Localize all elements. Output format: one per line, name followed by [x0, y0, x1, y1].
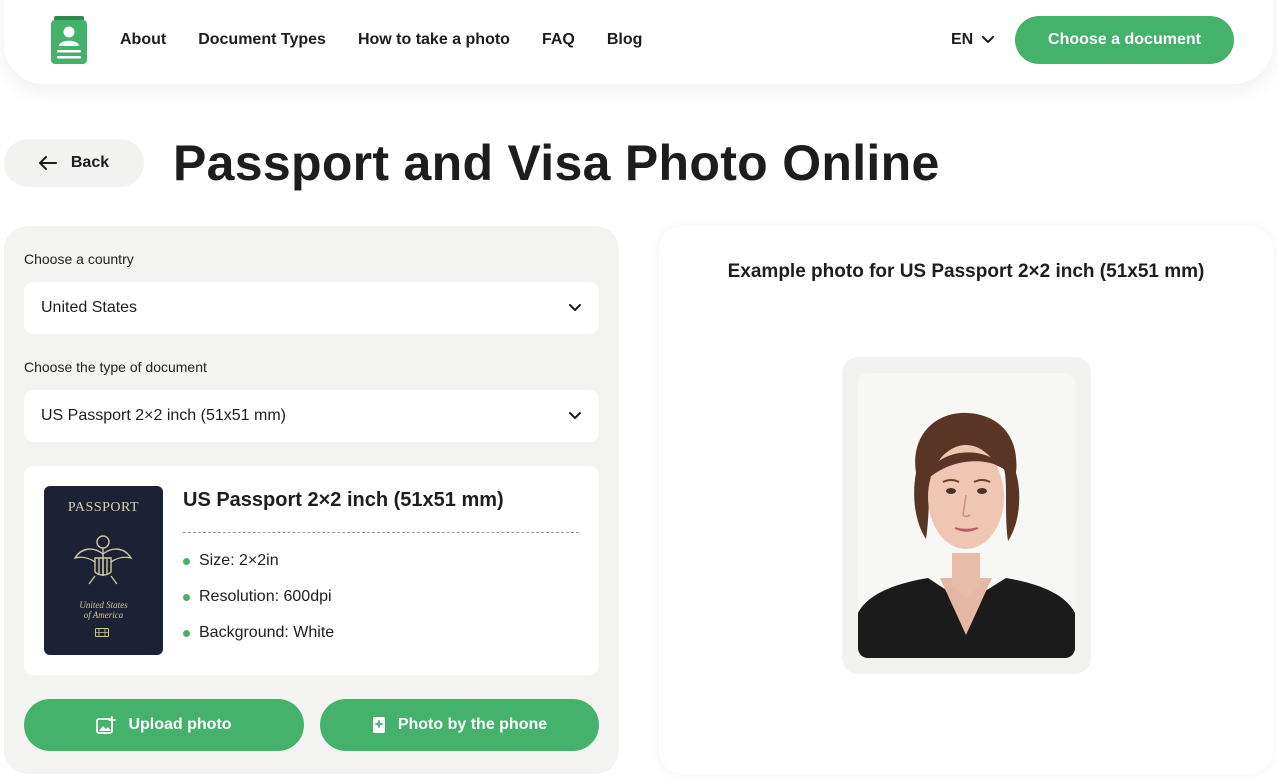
- passport-country-line: United States: [79, 600, 128, 610]
- spec-background-text: Background: White: [199, 624, 335, 641]
- chevron-down-icon: [982, 36, 995, 43]
- spec-resolution: Resolution: 600dpi: [183, 587, 332, 607]
- photo-by-phone-label: Photo by the phone: [397, 716, 548, 733]
- spec-size: Size: 2×2in: [183, 551, 279, 571]
- country-label: Choose a country: [24, 251, 134, 267]
- language-selector[interactable]: EN: [951, 30, 995, 50]
- doc-type-select[interactable]: US Passport 2×2 inch (51x51 mm): [24, 390, 599, 442]
- bullet-dot-icon: [183, 557, 190, 565]
- document-info-card: PASSPORT United States of America US Pas…: [24, 466, 599, 675]
- main-nav: About Document Types How to take a photo…: [120, 30, 642, 50]
- back-button[interactable]: Back: [4, 139, 144, 187]
- spec-resolution-text: Resolution: 600dpi: [199, 588, 332, 605]
- doc-type-label: Choose the type of document: [24, 359, 207, 375]
- upload-photo-button[interactable]: Upload photo: [24, 699, 304, 751]
- arrow-left-icon: [38, 156, 57, 170]
- passport-cover-title: PASSPORT: [67, 500, 140, 515]
- nav-how-to-take-photo[interactable]: How to take a photo: [358, 30, 510, 50]
- country-value: United States: [41, 299, 138, 316]
- passport-cover-image: PASSPORT United States of America: [44, 486, 163, 655]
- upload-photo-label: Upload photo: [128, 716, 232, 733]
- choose-document-button[interactable]: Choose a document: [1015, 16, 1234, 64]
- document-selector-panel: Choose a country United States Choose th…: [4, 226, 619, 774]
- portrait-illustration: [858, 412, 1075, 658]
- nav-document-types[interactable]: Document Types: [198, 30, 326, 50]
- example-portrait-photo: [858, 373, 1075, 658]
- doc-type-value: US Passport 2×2 inch (51x51 mm): [41, 407, 286, 424]
- chip-icon: [95, 628, 109, 637]
- back-label: Back: [70, 154, 110, 171]
- id-card-logo-icon[interactable]: [51, 16, 89, 64]
- passport-cover-subtitle: United States of America: [44, 600, 163, 620]
- site-header: About Document Types How to take a photo…: [4, 0, 1273, 84]
- photo-by-phone-button[interactable]: Photo by the phone: [320, 699, 599, 751]
- bullet-dot-icon: [183, 593, 190, 601]
- phone-icon: [372, 717, 385, 733]
- nav-faq[interactable]: FAQ: [542, 30, 575, 50]
- language-label: EN: [951, 31, 974, 48]
- example-title: Example photo for US Passport 2×2 inch (…: [727, 261, 1205, 282]
- spec-size-text: Size: 2×2in: [199, 552, 279, 569]
- spec-background: Background: White: [183, 623, 334, 643]
- chevron-down-icon: [569, 412, 581, 419]
- document-title: US Passport 2×2 inch (51x51 mm): [183, 489, 504, 511]
- nav-about[interactable]: About: [120, 30, 166, 50]
- example-photo-panel: Example photo for US Passport 2×2 inch (…: [659, 226, 1273, 774]
- page-title: Passport and Visa Photo Online: [173, 135, 940, 191]
- country-select[interactable]: United States: [24, 282, 599, 334]
- passport-country-line-2: of America: [83, 610, 124, 620]
- nav-blog[interactable]: Blog: [607, 30, 643, 50]
- eagle-seal-icon: [73, 535, 133, 585]
- example-photo-frame: [842, 357, 1091, 674]
- image-upload-icon: [96, 716, 117, 734]
- bullet-dot-icon: [183, 629, 190, 637]
- divider: [183, 532, 579, 533]
- chevron-down-icon: [569, 304, 581, 311]
